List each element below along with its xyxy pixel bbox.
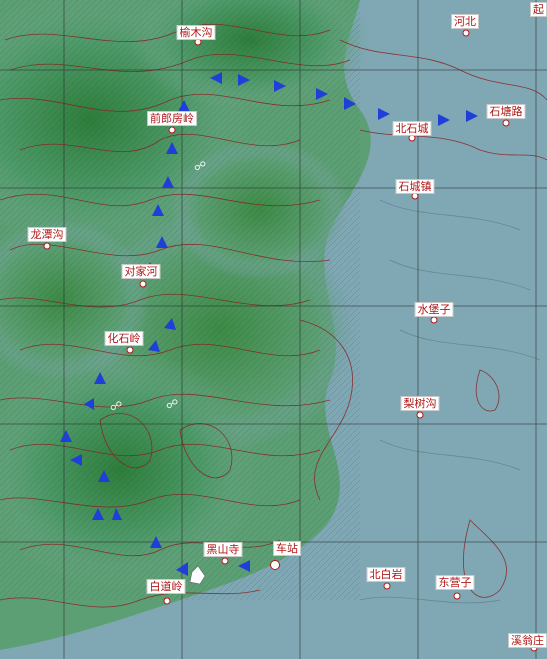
place-marker-heishansi — [221, 557, 229, 565]
place-marker-shitanglu — [502, 119, 510, 127]
place-label-huashiling[interactable]: 化石岭 — [104, 331, 144, 346]
place-marker-beibaiyan — [383, 582, 391, 590]
place-label-beibaiyan[interactable]: 北白岩 — [366, 567, 406, 582]
place-label-beishicheng[interactable]: 北石城 — [392, 121, 432, 136]
place-marker-lishugou — [416, 411, 424, 419]
place-marker-hebei — [462, 29, 470, 37]
place-label-hebei[interactable]: 河北 — [451, 14, 479, 29]
place-marker-chezhan — [270, 560, 280, 570]
contour-texture — [0, 0, 360, 600]
place-marker-huashiling — [126, 346, 134, 354]
svg-text:☍: ☍ — [166, 397, 178, 411]
place-label-lishugou[interactable]: 梨树沟 — [400, 396, 440, 411]
place-label-heishansi[interactable]: 黑山寺 — [203, 542, 243, 557]
place-label-shitanglu[interactable]: 石塘路 — [486, 104, 526, 119]
svg-text:☍: ☍ — [194, 159, 206, 173]
place-label-baidaoling[interactable]: 白道岭 — [146, 579, 186, 594]
place-label-longtangou[interactable]: 龙潭沟 — [27, 227, 67, 242]
place-marker-dongyingzi — [453, 592, 461, 600]
place-label-shuibaozi[interactable]: 水堡子 — [414, 302, 454, 317]
svg-text:☍: ☍ — [110, 399, 122, 413]
place-marker-duijiahe — [139, 280, 147, 288]
place-marker-baidaoling — [163, 597, 171, 605]
place-marker-qianlangfangling — [168, 126, 176, 134]
place-marker-shuibaozi — [430, 316, 438, 324]
place-label-shichengzhen[interactable]: 石城镇 — [395, 179, 435, 194]
topographic-map[interactable]: ☍ ☍ ☍ 榆木沟 河北 前郎房岭 北石城 石塘路 石城镇 龙潭沟 对家河 水堡… — [0, 0, 547, 659]
place-label-corner-top-right[interactable]: 起 — [530, 2, 547, 17]
place-label-duijiahe[interactable]: 对家河 — [121, 264, 161, 279]
place-label-xiwengzhuang[interactable]: 溪翁庄 — [508, 633, 547, 648]
place-label-yumugou[interactable]: 榆木沟 — [176, 25, 216, 40]
place-label-chezhan[interactable]: 车站 — [273, 541, 301, 556]
place-label-qianlangfangling[interactable]: 前郎房岭 — [147, 111, 197, 126]
place-label-dongyingzi[interactable]: 东营子 — [435, 575, 475, 590]
place-marker-longtangou — [43, 242, 51, 250]
